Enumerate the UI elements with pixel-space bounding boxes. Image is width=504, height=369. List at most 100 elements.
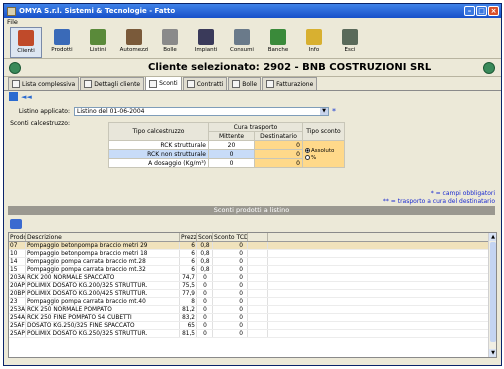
- table-row[interactable]: 20AP POLIMIX DOSATO KG.200/325 STRUTTUR. 7…: [9, 282, 496, 290]
- table-row[interactable]: 203ANRCK 200 NORMALE SPACCATO74,700: [9, 274, 496, 282]
- maximize-button[interactable]: □: [476, 6, 487, 16]
- tab-dettagli-cliente[interactable]: Dettagli cliente: [80, 77, 145, 90]
- table-row[interactable]: 15 Pompaggio pompa carrata braccio mt.32 6…: [9, 266, 496, 274]
- mittente-input-a-dosaggio[interactable]: 0: [208, 158, 255, 168]
- table-cell: 14: [9, 258, 26, 265]
- table-cell: [248, 298, 268, 305]
- table-cell: 6: [180, 250, 197, 257]
- truck-icon: [126, 29, 142, 45]
- title-bar: OMYA S.r.l. Sistemi & Tecnologie - Fatto…: [4, 4, 501, 18]
- toolbar-button-automezzi[interactable]: Automezzi: [118, 27, 150, 58]
- required-mark: *: [332, 106, 336, 116]
- tab-label: Fatturazione: [276, 80, 314, 88]
- table-row[interactable]: 254AFRCK 250 FINE POMPATO S4 CUBETTI83,2…: [9, 314, 496, 322]
- radio-percent[interactable]: %: [305, 155, 342, 161]
- tab-strip: Lista complessiva Dettagli cliente Sconti C…: [4, 76, 501, 91]
- clients-icon: [18, 30, 34, 46]
- table-cell: 8: [180, 298, 197, 305]
- price-list-icon: [90, 29, 106, 45]
- column-header[interactable]: Sconto TCD (**): [213, 233, 248, 241]
- question-icon: [306, 29, 322, 45]
- table-cell: 203AN: [10, 274, 26, 281]
- table-cell: 6: [180, 242, 197, 249]
- listino-select[interactable]: Listino del 01-06-2004 ▼: [74, 106, 329, 116]
- toolbar-button-bolle[interactable]: Bolle: [154, 27, 186, 58]
- column-header[interactable]: Sconto: [197, 233, 213, 241]
- selected-customer-title: Cliente selezionato: 2902 - BNB COSTRUZI…: [148, 62, 432, 73]
- mittente-input-rck-non-strutturale[interactable]: 0: [208, 149, 255, 159]
- tab-fatturazione[interactable]: Fatturazione: [262, 77, 318, 90]
- note-destinatario: ** = trasporto a cura del destinatario: [382, 198, 495, 205]
- tab-bolle[interactable]: Bolle: [228, 77, 262, 90]
- table-cell: 0: [197, 330, 213, 337]
- minimize-button[interactable]: –: [464, 6, 475, 16]
- toolbar-button-esci[interactable]: Esci: [334, 27, 366, 58]
- edit-list-icon[interactable]: [10, 219, 22, 229]
- note-required: * = campi obbligatori: [430, 190, 495, 197]
- column-header[interactable]: Prezzo: [180, 233, 197, 241]
- destinatario-input-rck-non-strutturale[interactable]: 0: [254, 149, 303, 159]
- listino-row: Listino applicato: Listino del 01-06-200…: [4, 105, 501, 117]
- column-header[interactable]: Prodotto: [9, 233, 26, 241]
- tab-icon: [186, 80, 195, 88]
- tab-contratti[interactable]: Contratti: [182, 77, 228, 90]
- toolbar-button-banche[interactable]: Banche: [262, 27, 294, 58]
- toolbar-button-clienti[interactable]: Clienti: [10, 27, 42, 58]
- table-row[interactable]: 23 Pompaggio pompa carrata braccio mt.40 8…: [9, 298, 496, 306]
- table-row[interactable]: 07 Pompaggio betonpompa braccio metri 29 6…: [9, 242, 496, 250]
- table-cell: [248, 322, 268, 329]
- back-arrows-icon[interactable]: ◄◄: [21, 93, 32, 101]
- legend-notes: * = campi obbligatori ** = trasporto a c…: [383, 190, 495, 206]
- table-cell: [248, 314, 268, 321]
- scroll-up-icon[interactable]: ▲: [489, 233, 496, 241]
- table-cell: 253AN: [10, 306, 26, 313]
- toolbar-button-listini[interactable]: Listini: [82, 27, 114, 58]
- table-cell: [248, 250, 268, 257]
- table-cell: 0: [213, 290, 248, 297]
- destinatario-input-rck-strutturale[interactable]: 0: [254, 140, 303, 150]
- scroll-down-icon[interactable]: ▼: [489, 349, 496, 357]
- close-button[interactable]: ×: [488, 6, 499, 16]
- table-cell: 0: [213, 330, 248, 337]
- table-cell: 6: [180, 258, 197, 265]
- refresh-icon[interactable]: [9, 62, 21, 74]
- navigate-icon[interactable]: [9, 92, 18, 101]
- table-cell: 0: [197, 306, 213, 313]
- refresh-icon-right[interactable]: [483, 62, 495, 74]
- tab-lista-complessiva[interactable]: Lista complessiva: [8, 77, 80, 90]
- toolbar-button-prodotti[interactable]: Prodotti: [46, 27, 78, 58]
- table-cell: Pompaggio pompa carrata braccio mt.28: [26, 258, 180, 265]
- table-row[interactable]: 10 Pompaggio betonpompa braccio metri 18 6…: [9, 250, 496, 258]
- table-cell: 0: [213, 306, 248, 313]
- table-cell: Pompaggio betonpompa braccio metri 29: [26, 242, 180, 249]
- table-row[interactable]: 25AF DOSATO KG.250/325 FINE SPACCATO 65 0 0: [9, 322, 496, 330]
- table-row[interactable]: 14 Pompaggio pompa carrata braccio mt.28 6…: [9, 258, 496, 266]
- table-row[interactable]: 25AP POLIMIX DOSATO KG.250/325 STRUTTUR. 8…: [9, 330, 496, 338]
- table-cell: POLIMIX DOSATO KG.250/325 STRUTTUR.: [26, 330, 180, 337]
- mittente-input-rck-strutturale[interactable]: 20: [208, 140, 255, 150]
- toolbar-button-impianti[interactable]: Impianti: [190, 27, 222, 58]
- scroll-thumb[interactable]: [490, 242, 496, 342]
- table-cell: 0: [213, 242, 248, 249]
- table-cell: 0,8: [197, 258, 213, 265]
- vertical-scrollbar[interactable]: ▲ ▼: [488, 233, 496, 357]
- menu-file[interactable]: File: [7, 18, 18, 26]
- tab-sconti[interactable]: Sconti: [145, 76, 182, 90]
- tab-label: Contratti: [196, 80, 224, 88]
- radio-assoluto[interactable]: Assoluto: [305, 148, 342, 154]
- table-row[interactable]: 20BP POLIMIX DOSATO KG.200/425 STRUTTUR. 7…: [9, 290, 496, 298]
- column-header[interactable]: Descrizione: [26, 233, 180, 241]
- app-icon: [7, 6, 16, 16]
- menu-bar: File: [4, 18, 501, 27]
- table-row[interactable]: 253ANRCK 250 NORMALE POMPATO81,200: [9, 306, 496, 314]
- table-cell: 83,2: [180, 314, 197, 321]
- destinatario-input-a-dosaggio[interactable]: 0: [254, 158, 303, 168]
- row-label-rck-strutturale: RCK strutturale: [108, 140, 209, 150]
- table-cell: [248, 274, 268, 281]
- toolbar-button-info[interactable]: Info: [298, 27, 330, 58]
- nav-row: ◄◄: [4, 91, 501, 102]
- table-cell: 0,8: [197, 266, 213, 273]
- toolbar-label: Info: [308, 47, 320, 53]
- toolbar-button-consumi[interactable]: Consumi: [226, 27, 258, 58]
- dropdown-arrow-icon[interactable]: ▼: [320, 107, 328, 115]
